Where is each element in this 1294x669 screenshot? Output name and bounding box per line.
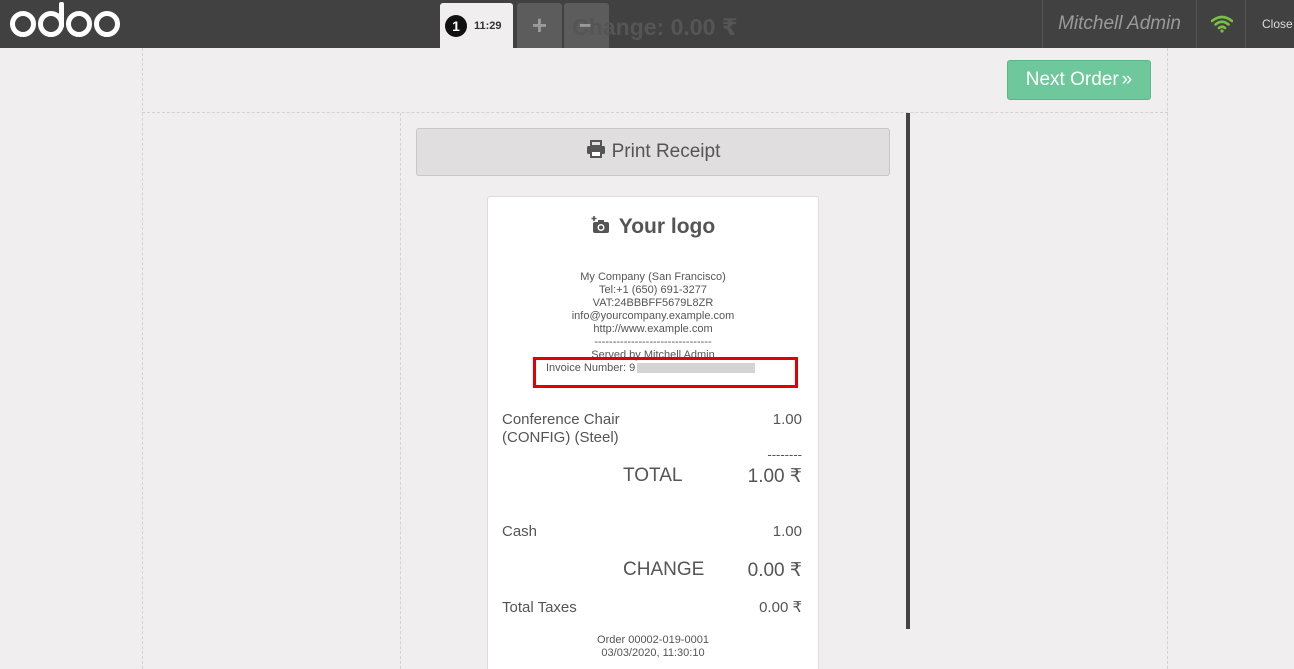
- product-amount: 1.00: [772, 411, 802, 428]
- separator: --------------------------------: [594, 336, 712, 348]
- company-info: My Company (San Francisco) Tel:+1 (650) …: [488, 271, 818, 362]
- divider: [400, 113, 401, 669]
- company-email: info@yourcompany.example.com: [571, 310, 735, 322]
- total-value: 1.00 ₹: [747, 466, 802, 487]
- next-order-label: Next Order: [1025, 69, 1119, 90]
- product-name: Conference Chair (CONFIG) (Steel): [502, 411, 620, 446]
- company-tel: Tel:+1 (650) 691-3277: [599, 284, 707, 296]
- annotation-highlight-box: [533, 357, 798, 388]
- next-order-button[interactable]: Next Order »: [1007, 60, 1151, 100]
- order-datetime: 03/03/2020, 11:30:10: [601, 647, 705, 659]
- double-chevron-right-icon: »: [1121, 69, 1133, 90]
- total-label: TOTAL: [623, 465, 683, 486]
- receipt: Your logo My Company (San Francisco) Tel…: [487, 196, 819, 669]
- taxes-value: 0.00 ₹: [759, 599, 802, 616]
- company-name: My Company (San Francisco): [580, 271, 726, 283]
- camera-plus-icon: [591, 216, 611, 238]
- change-label: CHANGE: [623, 559, 705, 580]
- payment-amount: 1.00: [772, 523, 802, 540]
- logo-text: Your logo: [618, 215, 716, 238]
- total-separator: --------: [767, 447, 802, 462]
- order-reference: Order 00002-019-0001: [597, 634, 709, 646]
- scrollbar[interactable]: [906, 113, 910, 629]
- receipt-logo: Your logo: [488, 215, 818, 239]
- payment-method: Cash: [502, 523, 538, 540]
- change-title: Change: 0.00 ₹: [572, 14, 738, 40]
- print-receipt-button[interactable]: Print Receipt: [416, 128, 890, 176]
- printer-icon: [586, 140, 606, 164]
- print-receipt-label: Print Receipt: [611, 141, 721, 162]
- taxes-label: Total Taxes: [502, 599, 577, 616]
- change-value: 0.00 ₹: [747, 560, 802, 581]
- company-vat: VAT:24BBBFF5679L8ZR: [592, 297, 714, 309]
- company-website: http://www.example.com: [593, 323, 713, 335]
